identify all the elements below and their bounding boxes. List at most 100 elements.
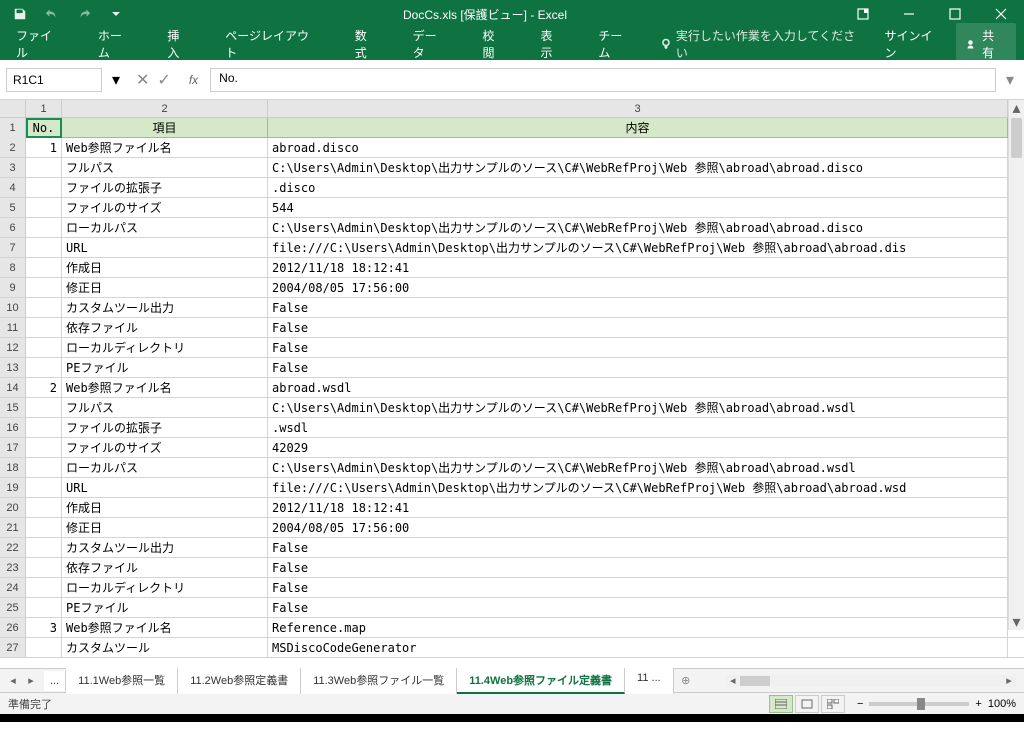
row-header[interactable]: 20	[0, 498, 26, 517]
hscroll-left-icon[interactable]: ◂	[726, 674, 740, 687]
row-header[interactable]: 23	[0, 558, 26, 577]
cell-item[interactable]: URL	[62, 238, 268, 257]
row-header[interactable]: 22	[0, 538, 26, 557]
cell-no[interactable]	[26, 238, 62, 257]
cell-no[interactable]: 3	[26, 618, 62, 637]
cell-item[interactable]: PEファイル	[62, 598, 268, 617]
fx-icon[interactable]: fx	[183, 73, 204, 87]
cell-no[interactable]	[26, 438, 62, 457]
cell-no[interactable]	[26, 578, 62, 597]
cell-no[interactable]	[26, 478, 62, 497]
sheet-tab[interactable]: 11.3Web参照ファイル一覧	[301, 668, 457, 694]
cell-no[interactable]: 2	[26, 378, 62, 397]
row-header[interactable]: 10	[0, 298, 26, 317]
cell-content[interactable]: abroad.disco	[268, 138, 1008, 157]
redo-icon[interactable]	[70, 2, 98, 26]
tab-view[interactable]: 表示	[532, 23, 572, 65]
zoom-level[interactable]: 100%	[988, 698, 1016, 710]
cell-content[interactable]: False	[268, 578, 1008, 597]
row-header[interactable]: 19	[0, 478, 26, 497]
cell-no[interactable]	[26, 258, 62, 277]
tell-me-search[interactable]: 実行したい作業を入力してください	[660, 27, 867, 61]
cell-content[interactable]: 2004/08/05 17:56:00	[268, 518, 1008, 537]
row-header[interactable]: 18	[0, 458, 26, 477]
tab-formulas[interactable]: 数式	[347, 23, 387, 65]
cell-content[interactable]: abroad.wsdl	[268, 378, 1008, 397]
cell-content[interactable]: file:///C:\Users\Admin\Desktop\出力サンプルのソー…	[268, 238, 1008, 257]
cell-no[interactable]	[26, 398, 62, 417]
row-header[interactable]: 27	[0, 638, 26, 657]
cell-no[interactable]	[26, 278, 62, 297]
cell-item[interactable]: Web参照ファイル名	[62, 378, 268, 397]
cell-item[interactable]: Web参照ファイル名	[62, 618, 268, 637]
row-header[interactable]: 11	[0, 318, 26, 337]
view-page-layout-icon[interactable]	[795, 695, 819, 713]
cell-no[interactable]	[26, 318, 62, 337]
cell-content[interactable]: 2012/11/18 18:12:41	[268, 258, 1008, 277]
expand-formula-icon[interactable]: ▾	[1002, 70, 1018, 90]
cell-content[interactable]: False	[268, 298, 1008, 317]
row-header[interactable]: 7	[0, 238, 26, 257]
cell-no[interactable]	[26, 638, 62, 657]
cell-item[interactable]: 作成日	[62, 258, 268, 277]
sheet-tab-overflow-left[interactable]: ...	[44, 671, 66, 691]
add-sheet-button[interactable]: ⊕	[674, 674, 698, 687]
cell-content[interactable]: Reference.map	[268, 618, 1008, 637]
hscroll-right-icon[interactable]: ▸	[1002, 674, 1016, 687]
cell-item[interactable]: ファイルの拡張子	[62, 418, 268, 437]
row-header[interactable]: 25	[0, 598, 26, 617]
cell-item[interactable]: ローカルディレクトリ	[62, 338, 268, 357]
cell-content[interactable]: C:\Users\Admin\Desktop\出力サンプルのソース\C#\Web…	[268, 398, 1008, 417]
cell-item[interactable]: カスタムツール	[62, 638, 268, 657]
tab-data[interactable]: データ	[405, 23, 457, 65]
cell-content[interactable]: C:\Users\Admin\Desktop\出力サンプルのソース\C#\Web…	[268, 458, 1008, 477]
cell-no[interactable]	[26, 178, 62, 197]
cell-content[interactable]: file:///C:\Users\Admin\Desktop\出力サンプルのソー…	[268, 478, 1008, 497]
cell-no[interactable]	[26, 598, 62, 617]
cell-content[interactable]: False	[268, 318, 1008, 337]
hscroll-thumb[interactable]	[740, 676, 770, 686]
tab-team[interactable]: チーム	[590, 23, 642, 65]
cell-no[interactable]	[26, 218, 62, 237]
cell-item[interactable]: ローカルパス	[62, 458, 268, 477]
zoom-out-button[interactable]: −	[857, 698, 863, 710]
cell-item[interactable]: ファイルのサイズ	[62, 198, 268, 217]
scroll-up-icon[interactable]: ▴	[1009, 100, 1024, 116]
cell-item[interactable]: 修正日	[62, 518, 268, 537]
cell-item[interactable]: カスタムツール出力	[62, 538, 268, 557]
horizontal-scrollbar[interactable]: ◂ ▸	[726, 675, 1016, 687]
cell-item[interactable]: ローカルディレクトリ	[62, 578, 268, 597]
row-header[interactable]: 17	[0, 438, 26, 457]
name-box[interactable]: R1C1	[6, 68, 102, 92]
name-box-dropdown-icon[interactable]: ▾	[108, 70, 124, 90]
cell-item[interactable]: 作成日	[62, 498, 268, 517]
tab-review[interactable]: 校閲	[475, 23, 515, 65]
signin-link[interactable]: サインイン	[884, 27, 944, 61]
scroll-down-icon[interactable]: ▾	[1009, 614, 1024, 630]
sheet-tab[interactable]: 11.1Web参照一覧	[66, 668, 178, 694]
sheet-tab[interactable]: 11.4Web参照ファイル定義書	[457, 668, 625, 694]
cell-item[interactable]: ローカルパス	[62, 218, 268, 237]
cell-content[interactable]: False	[268, 358, 1008, 377]
cell-item[interactable]: Web参照ファイル名	[62, 138, 268, 157]
cell-item[interactable]: 依存ファイル	[62, 558, 268, 577]
row-header[interactable]: 26	[0, 618, 26, 637]
row-header[interactable]: 13	[0, 358, 26, 377]
cell-no[interactable]	[26, 298, 62, 317]
col-header-3[interactable]: 3	[268, 100, 1008, 117]
cell-no[interactable]	[26, 418, 62, 437]
row-header[interactable]: 2	[0, 138, 26, 157]
cell-item[interactable]: ファイルのサイズ	[62, 438, 268, 457]
tab-home[interactable]: ホーム	[90, 23, 142, 65]
undo-icon[interactable]	[38, 2, 66, 26]
cell-no[interactable]	[26, 358, 62, 377]
cell-content[interactable]: False	[268, 598, 1008, 617]
cell-no[interactable]	[26, 558, 62, 577]
view-normal-icon[interactable]	[769, 695, 793, 713]
cell-content[interactable]: 42029	[268, 438, 1008, 457]
ribbon-display-icon[interactable]	[840, 0, 886, 28]
cell-content[interactable]: MSDiscoCodeGenerator	[268, 638, 1008, 657]
tab-insert[interactable]: 挿入	[159, 23, 199, 65]
row-header[interactable]: 1	[0, 118, 26, 138]
cell-no[interactable]	[26, 338, 62, 357]
